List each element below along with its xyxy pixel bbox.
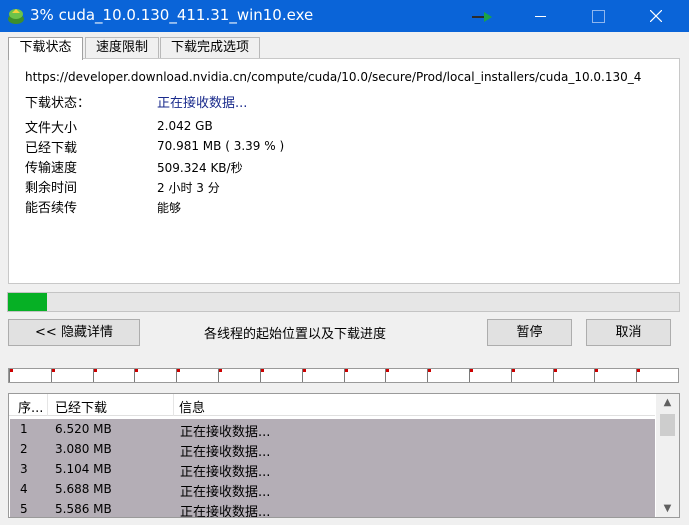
thread-segment	[553, 369, 557, 382]
thread-segment	[636, 369, 640, 382]
tab-completion-options[interactable]: 下载完成选项	[160, 37, 260, 59]
segment-progress-mark	[470, 369, 473, 372]
table-row[interactable]: 5 5.586 MB 正在接收数据...	[10, 499, 655, 518]
scroll-down-arrow-icon[interactable]: ▼	[656, 500, 679, 517]
segment-progress-mark	[345, 369, 348, 372]
resume-label: 能否续传	[25, 201, 78, 216]
column-divider[interactable]	[173, 394, 174, 416]
segment-progress-mark	[219, 369, 222, 372]
speed-value: 509.324 KB/秒	[157, 161, 243, 175]
thread-segment	[385, 369, 389, 382]
column-header-index[interactable]: 序...	[18, 397, 43, 416]
cell-downloaded: 3.080 MB	[55, 442, 112, 456]
segment-progress-mark	[52, 369, 55, 372]
segment-progress-mark	[261, 369, 264, 372]
tab-speed-limit[interactable]: 速度限制	[85, 37, 159, 59]
download-url: https://developer.download.nvidia.cn/com…	[25, 70, 642, 84]
segment-progress-mark	[10, 369, 13, 372]
app-icon	[8, 9, 24, 24]
table-row[interactable]: 1 6.520 MB 正在接收数据...	[10, 419, 655, 440]
cell-info: 正在接收数据...	[180, 465, 271, 480]
cell-index: 3	[20, 462, 28, 476]
table-row[interactable]: 3 5.104 MB 正在接收数据...	[10, 459, 655, 480]
thread-table: 序... 已经下载 信息 1 6.520 MB 正在接收数据... 2 3.08…	[8, 393, 680, 518]
minimize-button[interactable]	[517, 0, 563, 32]
thread-segment	[260, 369, 264, 382]
table-header: 序... 已经下载 信息	[9, 394, 655, 416]
thread-segment	[218, 369, 222, 382]
status-panel: https://developer.download.nvidia.cn/com…	[8, 58, 680, 284]
download-progress-bar	[7, 292, 680, 312]
resume-value: 能够	[157, 201, 182, 215]
status-value: 正在接收数据...	[157, 96, 248, 111]
cell-index: 4	[20, 482, 28, 496]
table-row[interactable]: 2 3.080 MB 正在接收数据...	[10, 439, 655, 460]
cell-downloaded: 5.104 MB	[55, 462, 112, 476]
file-size-label: 文件大小	[25, 121, 78, 136]
segment-progress-mark	[135, 369, 138, 372]
thread-segment	[51, 369, 55, 382]
file-size-value: 2.042 GB	[157, 119, 213, 133]
thread-segment	[511, 369, 515, 382]
downloaded-label: 已经下载	[25, 141, 78, 156]
pause-button[interactable]: 暂停	[487, 319, 572, 346]
vertical-scrollbar[interactable]: ▲ ▼	[656, 394, 679, 517]
window-title: 3% cuda_10.0.130_411.31_win10.exe	[30, 6, 314, 24]
cell-downloaded: 5.586 MB	[55, 502, 112, 516]
cell-info: 正在接收数据...	[180, 505, 271, 518]
cell-index: 1	[20, 422, 28, 436]
cancel-button[interactable]: 取消	[586, 319, 671, 346]
status-label: 下载状态：	[25, 96, 91, 111]
cell-info: 正在接收数据...	[180, 445, 271, 460]
tab-download-status[interactable]: 下载状态	[8, 37, 83, 60]
close-icon	[650, 10, 662, 22]
downloaded-value: 70.981 MB ( 3.39 % )	[157, 139, 285, 153]
column-header-downloaded[interactable]: 已经下载	[55, 397, 107, 416]
segment-progress-mark	[428, 369, 431, 372]
thread-segment	[93, 369, 97, 382]
scroll-up-arrow-icon[interactable]: ▲	[656, 394, 679, 411]
thread-segment	[427, 369, 431, 382]
thread-segment	[134, 369, 138, 382]
download-arrow-icon	[472, 12, 492, 22]
close-button[interactable]	[633, 0, 679, 32]
cell-info: 正在接收数据...	[180, 425, 271, 440]
column-divider[interactable]	[47, 394, 48, 416]
thread-segments-bar	[8, 368, 679, 383]
cell-index: 5	[20, 502, 28, 516]
segment-progress-mark	[177, 369, 180, 372]
thread-segment	[469, 369, 473, 382]
thread-segment	[9, 369, 13, 382]
segment-progress-mark	[554, 369, 557, 372]
thread-segment	[594, 369, 598, 382]
segment-progress-mark	[512, 369, 515, 372]
segment-progress-mark	[386, 369, 389, 372]
thread-segment	[176, 369, 180, 382]
title-bar: 3% cuda_10.0.130_411.31_win10.exe	[0, 0, 689, 32]
scroll-thumb[interactable]	[660, 414, 675, 436]
remaining-time-label: 剩余时间	[25, 181, 78, 196]
threads-label: 各线程的起始位置以及下载进度	[204, 327, 387, 342]
cell-downloaded: 5.688 MB	[55, 482, 112, 496]
table-row[interactable]: 4 5.688 MB 正在接收数据...	[10, 479, 655, 500]
hide-details-button[interactable]: << 隐藏详情	[8, 319, 140, 346]
segment-progress-mark	[595, 369, 598, 372]
cell-info: 正在接收数据...	[180, 485, 271, 500]
remaining-time-value: 2 小时 3 分	[157, 181, 220, 195]
progress-fill	[8, 293, 47, 311]
segment-progress-mark	[303, 369, 306, 372]
speed-label: 传输速度	[25, 161, 78, 176]
thread-segment	[344, 369, 348, 382]
column-header-info[interactable]: 信息	[179, 397, 205, 416]
cell-index: 2	[20, 442, 28, 456]
segment-progress-mark	[94, 369, 97, 372]
maximize-button[interactable]	[574, 0, 620, 32]
cell-downloaded: 6.520 MB	[55, 422, 112, 436]
segment-progress-mark	[637, 369, 640, 372]
thread-segment	[302, 369, 306, 382]
